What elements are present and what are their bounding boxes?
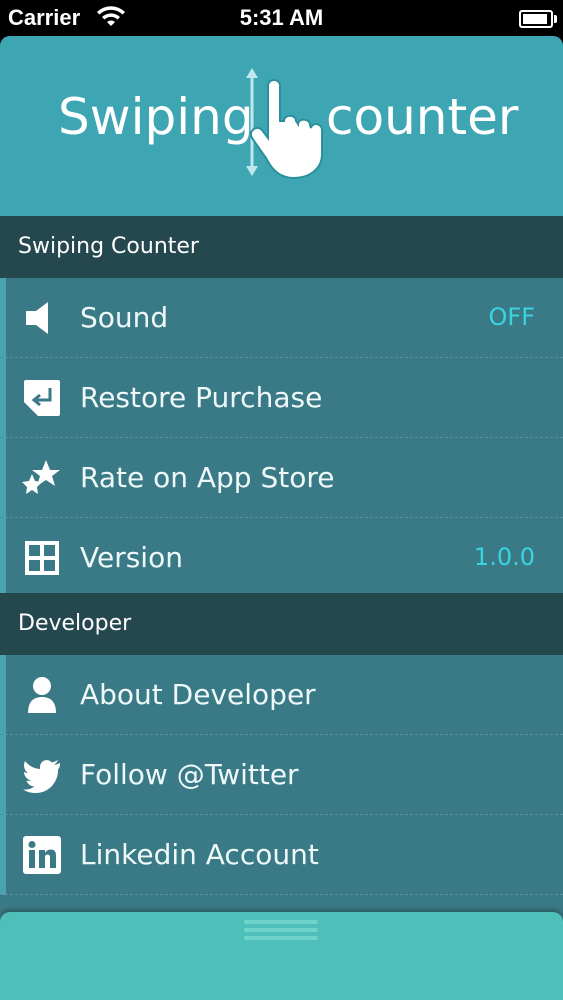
version-value: 1.0.0 <box>473 543 535 571</box>
rate-app-label: Rate on App Store <box>80 461 335 494</box>
follow-twitter-label: Follow @Twitter <box>80 758 299 791</box>
section-title: Developer <box>18 611 132 636</box>
linkedin-icon <box>23 836 61 874</box>
clock: 5:31 AM <box>239 5 324 30</box>
swipe-hand-icon <box>246 68 323 180</box>
version-label: Version <box>80 541 183 574</box>
sound-label: Sound <box>80 301 169 334</box>
version-row: Version 1.0.0 <box>0 518 563 598</box>
restore-purchase-label: Restore Purchase <box>80 381 323 414</box>
stars-icon <box>22 460 60 494</box>
restore-icon <box>24 380 60 416</box>
about-developer-label: About Developer <box>80 678 316 711</box>
section-title: Swiping Counter <box>18 234 199 259</box>
developer-list: About Developer Follow @Twitter Linkedin… <box>0 655 563 895</box>
follow-twitter-row[interactable]: Follow @Twitter <box>0 735 563 815</box>
sound-row[interactable]: Sound OFF <box>0 278 563 358</box>
grid-icon <box>25 541 59 575</box>
restore-purchase-row[interactable]: Restore Purchase <box>0 358 563 438</box>
logo-text-left: Swiping <box>58 88 254 146</box>
logo-text-right: counter <box>326 88 519 146</box>
person-icon <box>28 677 56 713</box>
settings-panel: Swiping counter Swiping Counter Sound OF… <box>0 36 563 1000</box>
status-bar: Carrier 5:31 AM <box>0 0 563 36</box>
battery-icon <box>519 10 557 28</box>
about-developer-row[interactable]: About Developer <box>0 655 563 735</box>
rate-app-row[interactable]: Rate on App Store <box>0 438 563 518</box>
section-header-swiping-counter: Swiping Counter <box>0 216 563 278</box>
linkedin-row[interactable]: Linkedin Account <box>0 815 563 895</box>
bottom-drawer-handle[interactable] <box>0 912 563 1000</box>
speaker-icon <box>26 302 48 334</box>
grip-icon[interactable] <box>244 920 318 944</box>
twitter-icon <box>23 760 60 793</box>
app-header: Swiping counter <box>0 36 563 216</box>
settings-list: Sound OFF Restore Purchase Rate on App S… <box>0 278 563 598</box>
linkedin-label: Linkedin Account <box>80 838 319 871</box>
sound-value[interactable]: OFF <box>489 278 536 357</box>
section-header-developer: Developer <box>0 593 563 655</box>
